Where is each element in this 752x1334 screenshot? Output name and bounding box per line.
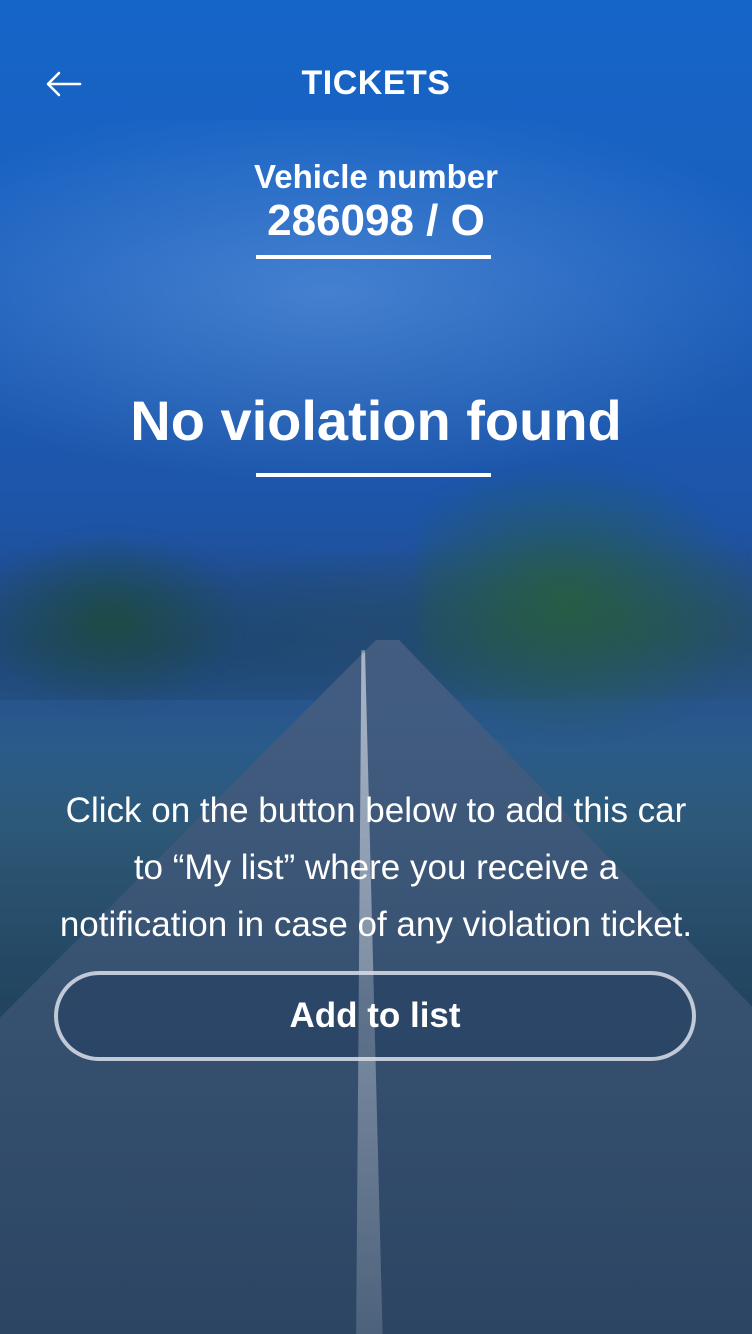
note-line-3: notification in case of any violation ti…: [59, 905, 693, 944]
add-to-list-note: Click on the button below to add this ca…: [20, 782, 732, 953]
status-divider: [256, 473, 491, 477]
note-line-2: to “My list” where you receive a: [133, 848, 619, 887]
top-bar: TICKETS: [0, 0, 752, 160]
vehicle-number-value: 286098 / O: [267, 196, 485, 245]
trees-left: [0, 520, 260, 720]
note-line-1: Click on the button below to add this ca…: [65, 791, 687, 830]
violation-status: No violation found: [130, 389, 622, 452]
page-title: TICKETS: [301, 64, 451, 102]
vehicle-number-label: Vehicle number: [254, 158, 498, 195]
trees-right: [420, 440, 752, 760]
vehicle-divider: [256, 255, 491, 259]
add-to-list-button[interactable]: Add to list: [54, 971, 696, 1061]
